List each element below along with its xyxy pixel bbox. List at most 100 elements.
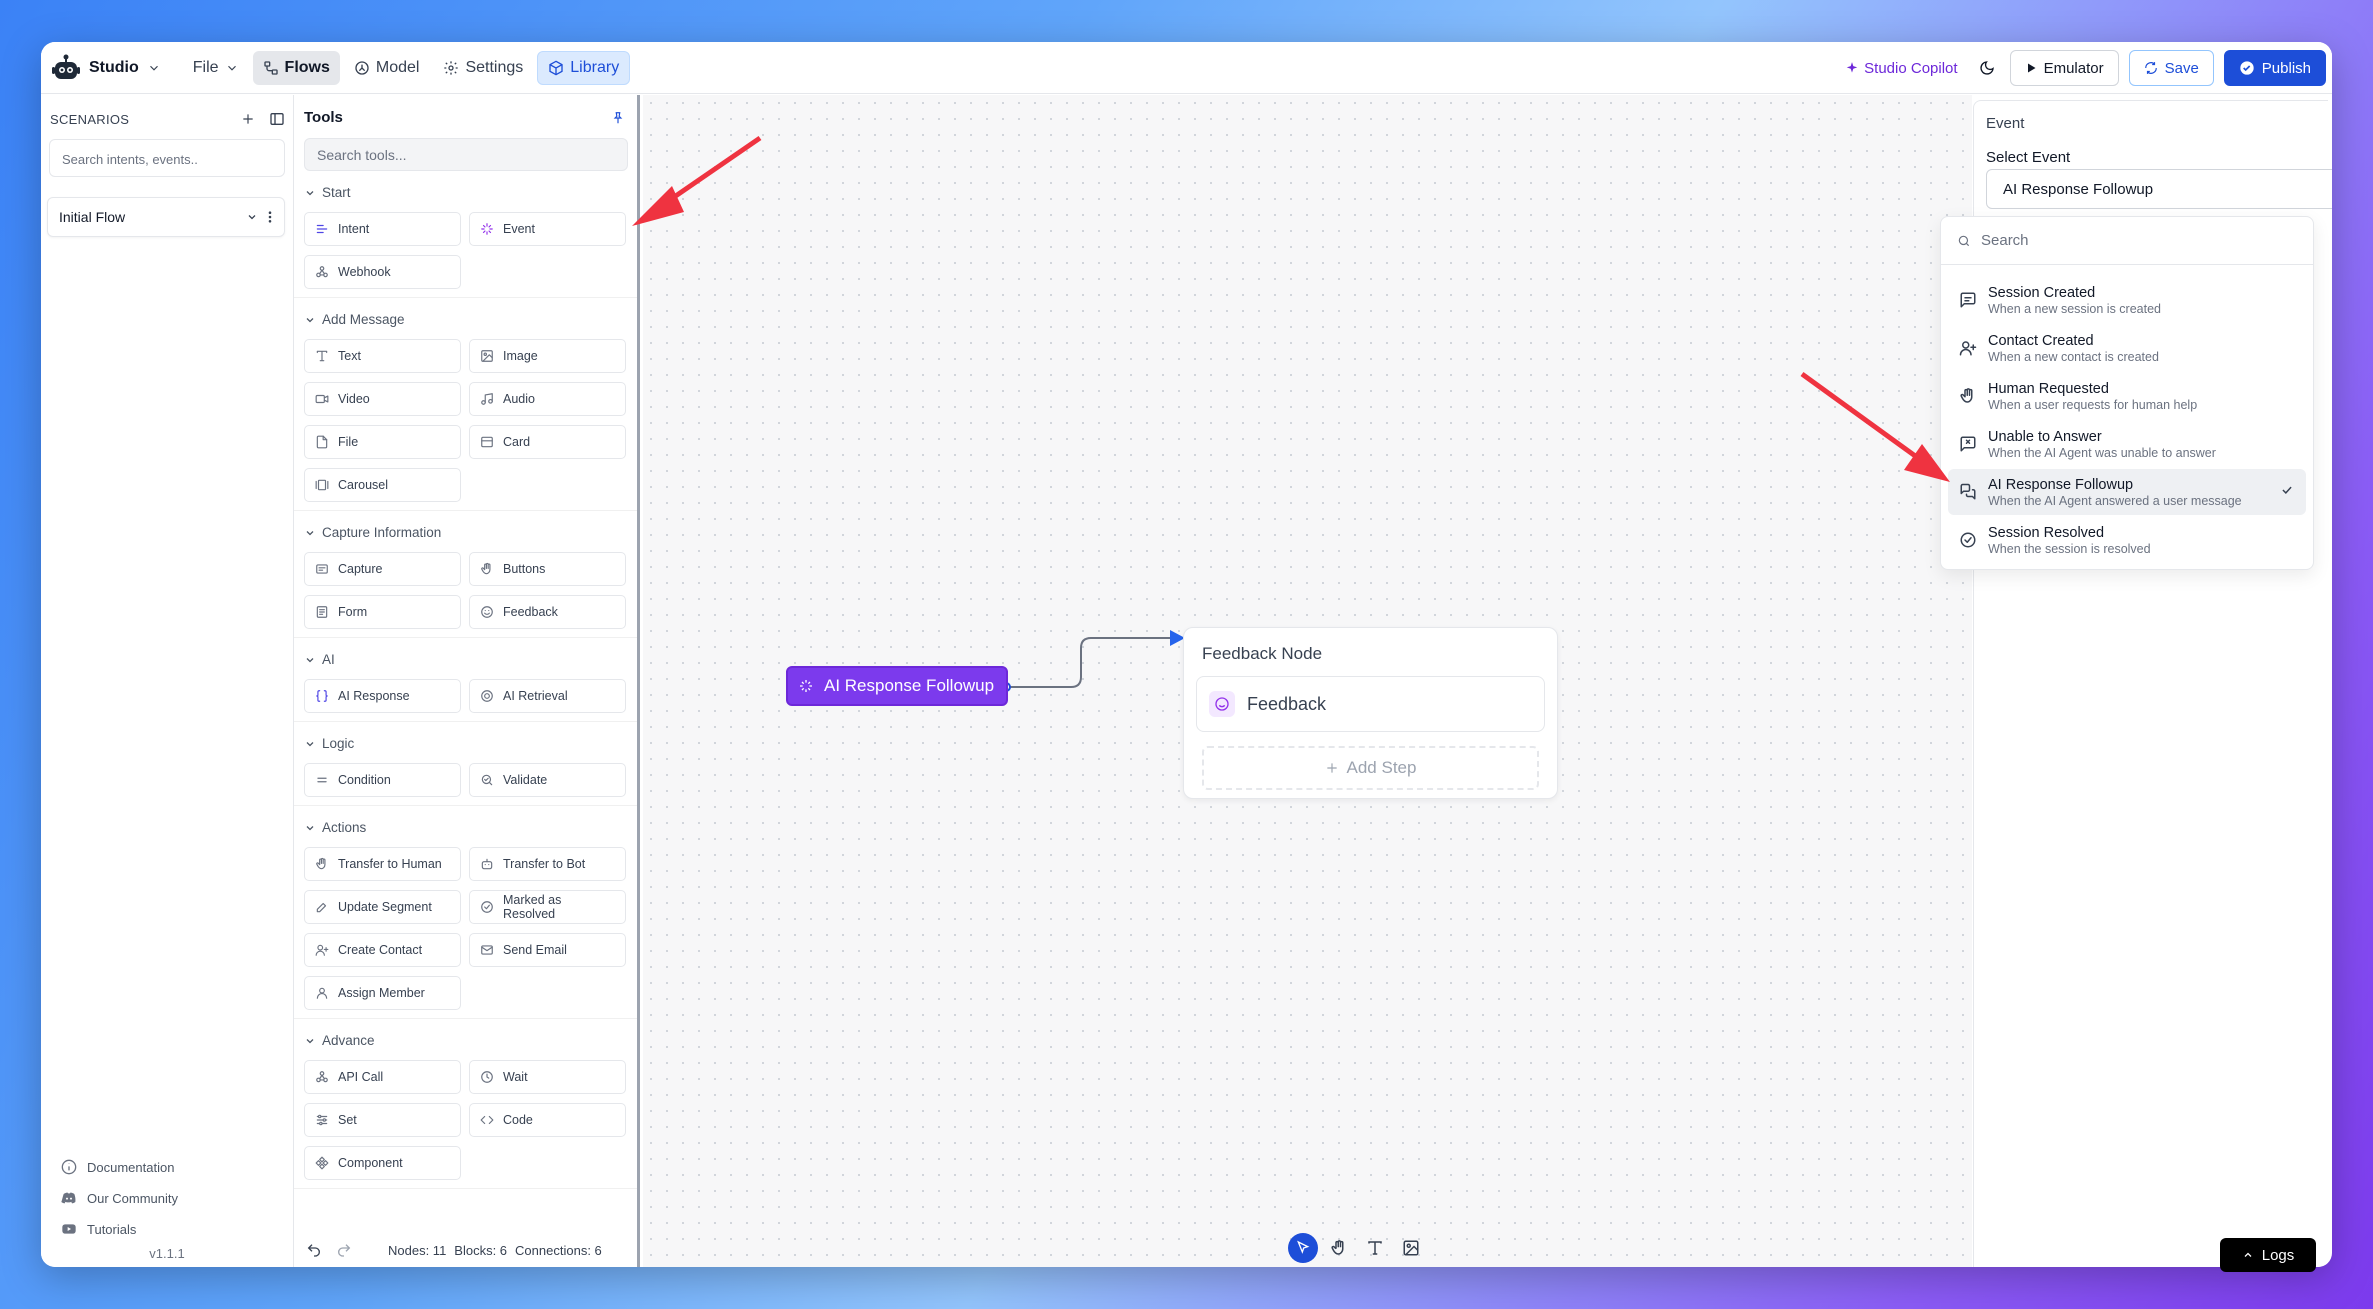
equals-icon (315, 773, 329, 787)
tool-search-placeholder: Search tools... (317, 147, 407, 163)
tool-audio[interactable]: Audio (469, 382, 626, 416)
documentation-link[interactable]: Documentation (61, 1159, 178, 1175)
save-button[interactable]: Save (2128, 50, 2214, 86)
tab-flows[interactable]: Flows (252, 50, 340, 85)
event-option-session-created[interactable]: Session Created When a new session is cre… (1948, 277, 2306, 323)
moon-icon (1979, 60, 1995, 76)
redo-icon[interactable] (336, 1242, 352, 1258)
tool-condition[interactable]: Condition (304, 763, 461, 797)
tool-assign-member[interactable]: Assign Member (304, 976, 461, 1010)
section-header[interactable]: Start (304, 185, 628, 200)
tool-text[interactable]: Text (304, 339, 461, 373)
emulator-button[interactable]: Emulator (2009, 50, 2119, 86)
tool-update-segment[interactable]: Update Segment (304, 890, 461, 924)
form-icon (315, 605, 329, 619)
feedback-step[interactable]: Feedback (1196, 676, 1545, 732)
theme-toggle[interactable] (1974, 60, 2000, 76)
event-node[interactable]: AI Response Followup (786, 666, 1008, 706)
tool-set[interactable]: Set (304, 1103, 461, 1137)
studio-copilot-button[interactable]: Studio Copilot (1845, 60, 1958, 77)
tool-intent[interactable]: Intent (304, 212, 461, 246)
tool-label: Capture (338, 562, 383, 576)
user-plus-icon (1948, 339, 1988, 357)
pan-tool[interactable] (1324, 1233, 1354, 1263)
image-tool[interactable] (1396, 1233, 1426, 1263)
video-icon (315, 392, 329, 406)
tool-label: Form (338, 605, 368, 619)
section-header[interactable]: Capture Information (304, 525, 628, 540)
event-option-ai-response-followup[interactable]: AI Response Followup When the AI Agent an… (1948, 469, 2306, 515)
tool-event[interactable]: Event (469, 212, 626, 246)
text-tool[interactable] (1360, 1233, 1390, 1263)
tool-ai-response[interactable]: AI Response (304, 679, 461, 713)
event-option-contact-created[interactable]: Contact Created When a new contact is cre… (1948, 325, 2306, 371)
file-label: File (192, 58, 219, 76)
select-event-label: Select Event (1986, 149, 2071, 166)
tool-transfer-to-human[interactable]: Transfer to Human (304, 847, 461, 881)
tool-image[interactable]: Image (469, 339, 626, 373)
tab-settings[interactable]: Settings (433, 51, 533, 85)
section-header[interactable]: Add Message (304, 312, 628, 327)
tool-section-add-message: Add Message Text Image Video Audio File Card Ca… (294, 298, 637, 511)
flow-canvas[interactable]: AI Response Followup Feedback Node Feedb… (643, 95, 1972, 1267)
tool-feedback[interactable]: Feedback (469, 595, 626, 629)
event-select-wrap: AI Response Followup (1986, 169, 2332, 209)
tool-capture[interactable]: Capture (304, 552, 461, 586)
section-header[interactable]: AI (304, 652, 628, 667)
chevron-down-icon[interactable] (246, 211, 258, 223)
file-menu[interactable]: File (183, 51, 249, 85)
chevron-down-icon (304, 738, 316, 750)
tool-marked-as-resolved[interactable]: Marked as Resolved (469, 890, 626, 924)
pin-icon[interactable] (611, 111, 625, 125)
plus-icon (1325, 761, 1339, 775)
event-search-input[interactable]: Search (1941, 217, 2313, 265)
text-icon (315, 349, 329, 363)
image-icon (480, 349, 494, 363)
section-header[interactable]: Advance (304, 1033, 628, 1048)
tool-transfer-to-bot[interactable]: Transfer to Bot (469, 847, 626, 881)
add-step-button[interactable]: Add Step (1202, 746, 1539, 790)
tool-component[interactable]: Component (304, 1146, 461, 1180)
tool-file[interactable]: File (304, 425, 461, 459)
tool-search-input[interactable]: Search tools... (304, 138, 628, 171)
feedback-node[interactable]: Feedback Node Feedback Add Step (1183, 627, 1558, 799)
tool-webhook[interactable]: Webhook (304, 255, 461, 289)
section-title: AI (322, 652, 335, 667)
section-header[interactable]: Actions (304, 820, 628, 835)
tool-code[interactable]: Code (469, 1103, 626, 1137)
tab-library[interactable]: Library (537, 50, 631, 85)
chevron-down-icon (147, 61, 161, 75)
tool-carousel[interactable]: Carousel (304, 468, 461, 502)
tool-label: Validate (503, 773, 548, 787)
tool-create-contact[interactable]: Create Contact (304, 933, 461, 967)
section-title: Add Message (322, 312, 405, 327)
tool-validate[interactable]: Validate (469, 763, 626, 797)
tool-card[interactable]: Card (469, 425, 626, 459)
tool-form[interactable]: Form (304, 595, 461, 629)
tool-send-email[interactable]: Send Email (469, 933, 626, 967)
tutorials-link[interactable]: Tutorials (61, 1221, 178, 1237)
brand-menu[interactable]: Studio (51, 53, 161, 83)
scenario-search-input[interactable]: Search intents, events.. (49, 139, 285, 177)
tab-model[interactable]: Model (344, 51, 430, 85)
tool-buttons[interactable]: Buttons (469, 552, 626, 586)
event-option-unable-to-answer[interactable]: Unable to Answer When the AI Agent was un… (1948, 421, 2306, 467)
select-tool[interactable] (1288, 1233, 1318, 1263)
logs-button[interactable]: Logs (2220, 1238, 2316, 1272)
tool-ai-retrieval[interactable]: AI Retrieval (469, 679, 626, 713)
flow-item-initial[interactable]: Initial Flow (47, 197, 285, 237)
more-vertical-icon[interactable] (268, 211, 272, 223)
tool-video[interactable]: Video (304, 382, 461, 416)
community-link[interactable]: Our Community (61, 1190, 178, 1206)
top-bar: Studio File Flows Model Settings Library… (41, 42, 2332, 94)
plus-icon[interactable] (241, 112, 255, 126)
event-select[interactable]: AI Response Followup (1986, 169, 2332, 209)
tool-api-call[interactable]: API Call (304, 1060, 461, 1094)
tool-wait[interactable]: Wait (469, 1060, 626, 1094)
sidebar-toggle-icon[interactable] (269, 111, 285, 127)
event-option-human-requested[interactable]: Human Requested When a user requests for … (1948, 373, 2306, 419)
section-header[interactable]: Logic (304, 736, 628, 751)
publish-button[interactable]: Publish (2223, 50, 2326, 86)
undo-icon[interactable] (306, 1242, 322, 1258)
event-option-session-resolved[interactable]: Session Resolved When the session is reso… (1948, 517, 2306, 563)
